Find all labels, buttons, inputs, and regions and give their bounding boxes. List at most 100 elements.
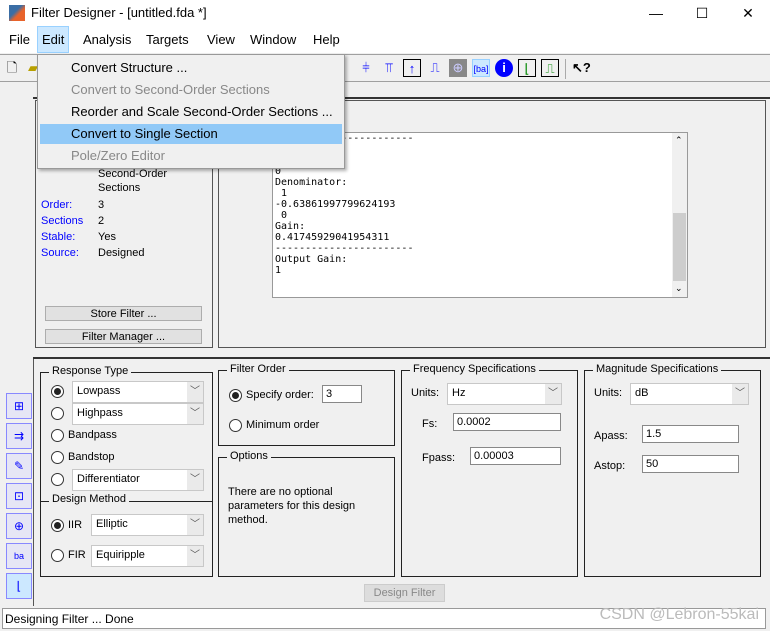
toolbar-separator (565, 59, 566, 79)
fs-input[interactable] (453, 413, 561, 431)
highpass-value: Highpass (77, 407, 123, 419)
options-group: Options There are no optional parameters… (218, 450, 395, 577)
magnitude-units-select[interactable]: dB ﹀ (630, 383, 749, 405)
frequency-units-value: Hz (452, 387, 466, 399)
window-title: Filter Designer - [untitled.fda *] (31, 5, 207, 20)
phase-delay-icon[interactable]: ⫩ (357, 59, 375, 77)
minimize-button[interactable]: — (636, 2, 676, 24)
pole-zero-editor-icon[interactable]: ⊕ (6, 513, 32, 539)
status-text: Designing Filter ... Done (5, 612, 134, 626)
fpass-label: Fpass: (422, 452, 456, 464)
frequency-specifications-group: Frequency Specifications Units: Hz ﹀ Fs: … (401, 363, 578, 577)
design-filter-icon[interactable]: ⌊ (6, 573, 32, 599)
menu-item-convert-to-single-section[interactable]: Convert to Single Section (40, 124, 342, 144)
minimum-order-radio[interactable] (229, 419, 242, 432)
divider (33, 357, 770, 359)
fir-radio[interactable] (51, 549, 64, 562)
matlab-logo-icon (9, 5, 25, 21)
status-bar: Designing Filter ... Done CSDN @Lebron-5… (2, 606, 766, 629)
stable-value: Yes (98, 231, 116, 243)
fir-method-select[interactable]: Equiripple ﹀ (91, 545, 204, 567)
new-file-icon[interactable]: 🗋 (3, 59, 21, 77)
design-method-title: Design Method (49, 493, 129, 505)
bandpass-radio[interactable] (51, 429, 64, 442)
apass-label: Apass: (594, 430, 628, 442)
watermark: CSDN @Lebron-55kai (599, 606, 759, 623)
menu-item-convert-structure[interactable]: Convert Structure ... (40, 58, 342, 78)
transform-filter-icon[interactable]: ⊞ (6, 393, 32, 419)
store-filter-button[interactable]: Store Filter ... (45, 306, 202, 321)
iir-radio[interactable] (51, 519, 64, 532)
iir-label: IIR (68, 519, 83, 531)
bandstop-radio[interactable] (51, 451, 64, 464)
menu-help[interactable]: Help (309, 32, 344, 47)
highpass-select[interactable]: Highpass ﹀ (72, 403, 204, 425)
order-input[interactable] (322, 385, 362, 403)
menu-item-pole-zero-editor: Pole/Zero Editor (71, 148, 165, 163)
fpass-input[interactable] (470, 447, 561, 465)
menu-analysis[interactable]: Analysis (79, 32, 135, 47)
multirate-filter-icon[interactable]: ⇉ (6, 423, 32, 449)
chevron-down-icon: ﹀ (187, 404, 203, 424)
round-off-noise-icon[interactable]: ⎍ (541, 59, 559, 77)
structure-value: Second-Order Sections (98, 168, 168, 194)
chevron-down-icon: ﹀ (187, 546, 203, 566)
magnitude-specifications-group: Magnitude Specifications Units: dB ﹀ Apas… (584, 363, 761, 577)
design-filter-button[interactable]: Design Filter (364, 584, 445, 602)
impulse-response-icon[interactable]: ↑ (403, 59, 421, 77)
minimum-order-label: Minimum order (246, 419, 320, 431)
design-panel (33, 359, 34, 606)
menu-targets[interactable]: Targets (142, 32, 193, 47)
response-type-group: Response Type Lowpass ﹀ Highpass ﹀ Bandpas… (40, 365, 213, 577)
options-text: There are no optional parameters for thi… (228, 486, 356, 526)
menu-item-convert-to-sos: Convert to Second-Order Sections (71, 82, 270, 97)
astop-input[interactable] (642, 455, 739, 473)
group-delay-icon[interactable]: ⫪ (380, 59, 398, 77)
source-label: Source: (41, 247, 79, 259)
scroll-thumb[interactable] (673, 213, 686, 281)
scroll-up-icon[interactable]: ⌃ (675, 135, 683, 146)
import-filter-icon[interactable]: ba (6, 543, 32, 569)
order-value: 3 (98, 199, 105, 211)
specify-order-radio[interactable] (229, 389, 242, 402)
iir-method-select[interactable]: Elliptic ﹀ (91, 514, 204, 536)
differentiator-select[interactable]: Differentiator ﹀ (72, 469, 204, 491)
stable-label: Stable: (41, 231, 76, 243)
order-label: Order: (41, 199, 73, 211)
pole-zero-icon[interactable]: ⊕ (449, 59, 467, 77)
lowpass-select[interactable]: Lowpass ﹀ (72, 381, 204, 403)
chevron-down-icon: ﹀ (732, 384, 748, 404)
menu-bar: File Edit Analysis Targets View Window H… (0, 26, 770, 53)
maximize-button[interactable]: ☐ (682, 2, 722, 24)
title-bar: Filter Designer - [untitled.fda *] — ☐ ✕ (0, 0, 770, 26)
filter-information-icon[interactable]: i (495, 59, 513, 77)
response-type-title: Response Type (49, 365, 132, 377)
step-response-icon[interactable]: ⎍ (426, 59, 444, 77)
menu-window[interactable]: Window (246, 32, 300, 47)
magnitude-estimate-icon[interactable]: ⌊ (518, 59, 536, 77)
astop-label: Astop: (594, 460, 626, 472)
frequency-units-label: Units: (411, 387, 440, 399)
whats-this-help-icon[interactable]: ↖? (572, 59, 591, 77)
close-button[interactable]: ✕ (728, 2, 768, 24)
lowpass-radio[interactable] (51, 385, 64, 398)
lowpass-value: Lowpass (77, 385, 121, 397)
highpass-radio[interactable] (51, 407, 64, 420)
menu-item-reorder-scale-sos[interactable]: Reorder and Scale Second-Order Sections … (40, 102, 342, 122)
fir-label: FIR (68, 549, 86, 561)
filter-manager-button[interactable]: Filter Manager ... (45, 329, 202, 344)
menu-edit[interactable]: Edit (37, 26, 70, 53)
scroll-down-icon[interactable]: ⌄ (675, 283, 683, 294)
filter-coefficients-icon[interactable]: [ba] (472, 59, 490, 77)
menu-view[interactable]: View (203, 32, 239, 47)
specify-order-label: Specify order: (246, 389, 314, 401)
quantize-filter-icon[interactable]: ✎ (6, 453, 32, 479)
edit-menu-dropdown: Convert Structure ... Convert to Second-… (37, 54, 345, 169)
differentiator-radio[interactable] (51, 473, 64, 486)
menu-file[interactable]: File (5, 32, 34, 47)
coefficients-scrollbar[interactable]: ⌃ ⌄ (672, 133, 687, 297)
frequency-units-select[interactable]: Hz ﹀ (447, 383, 562, 405)
realize-model-icon[interactable]: ⊡ (6, 483, 32, 509)
source-value: Designed (98, 247, 145, 259)
apass-input[interactable] (642, 425, 739, 443)
